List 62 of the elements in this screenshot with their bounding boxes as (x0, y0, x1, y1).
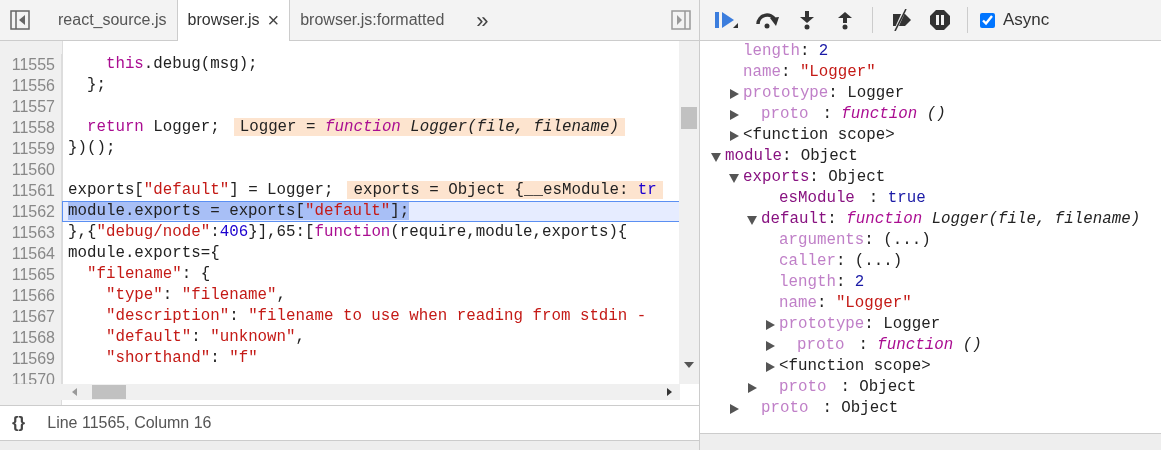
expand-triangle-icon[interactable] (728, 108, 740, 121)
resume-icon[interactable] (714, 9, 739, 31)
collapse-triangle-icon[interactable] (710, 150, 722, 163)
file-tab[interactable]: browser.js × (176, 0, 291, 41)
scope-property: proto : Object (760, 398, 899, 419)
code-line: })(); (67, 138, 117, 159)
code-line: "filename": { (85, 264, 212, 285)
pause-icon[interactable] (929, 9, 951, 31)
code-line: "type": "filename", (104, 285, 288, 306)
scope-property: length: 2 (779, 272, 865, 293)
scope-property: module: Object (725, 146, 858, 167)
scope-property: length: 2 (743, 41, 829, 62)
inline-value: exports = Object {__esModule: tr (347, 181, 663, 199)
async-label: Async (1003, 9, 1050, 32)
close-tab-button[interactable]: × (267, 5, 280, 35)
scope-property: <function scope> (743, 125, 895, 146)
collapse-triangle-icon[interactable] (746, 213, 758, 226)
expand-triangle-icon[interactable] (764, 339, 776, 352)
scope-property: prototype: Logger (743, 83, 905, 104)
expand-triangle-icon[interactable] (728, 129, 740, 142)
scope-property: proto : function () (796, 335, 982, 356)
scope-property: exports: Object (743, 167, 886, 188)
code-line: exports["default"] = Logger; exports = Object {__esModule: tr (62, 180, 679, 201)
code-line: }; (85, 75, 107, 96)
code-line: "shorthand": "f" (104, 348, 259, 369)
file-tab[interactable]: browser.js:formatted (290, 0, 455, 41)
sidebar-toggle-icon[interactable] (671, 10, 691, 30)
code-line: "description": "filename to use when reading from stdin - (104, 306, 648, 327)
scope-property: name: "Logger" (743, 62, 876, 83)
horizontal-scrollbar[interactable] (62, 384, 680, 400)
scope-property: esModule : true (778, 188, 926, 209)
scope-property: default: function Logger(file, filename) (761, 209, 1141, 230)
file-tab[interactable]: react_source.js (48, 0, 177, 41)
scroll-down-icon[interactable] (684, 362, 694, 368)
code-line: module.exports={ (67, 243, 221, 264)
scope-property: arguments: (...) (779, 230, 931, 251)
code-line: "default": "unknown", (104, 327, 307, 348)
code-line: return Logger; Logger = function Logger(file, filename) (62, 117, 679, 138)
expand-triangle-icon[interactable] (764, 360, 776, 373)
sidebar-toggle-icon[interactable] (10, 10, 30, 30)
more-tabs-button[interactable]: » (476, 3, 489, 37)
scope-property: <function scope> (779, 356, 931, 377)
scope-property: prototype: Logger (779, 314, 941, 335)
expand-triangle-icon[interactable] (764, 318, 776, 331)
code-line: },{"debug/node":406}],65:[function(require,module,exports){ (67, 222, 629, 243)
scope-property: proto : function () (760, 104, 946, 125)
inline-value: Logger = function Logger(file, filename) (233, 118, 625, 136)
scroll-right-icon[interactable] (667, 388, 672, 396)
expand-triangle-icon[interactable] (746, 381, 758, 394)
pretty-print-button[interactable]: {} (12, 410, 26, 436)
scope-property: caller: (...) (779, 251, 903, 272)
expand-triangle-icon[interactable] (728, 87, 740, 100)
code-line: this.debug(msg); (104, 54, 259, 75)
vertical-scrollbar[interactable] (679, 41, 699, 384)
collapse-triangle-icon[interactable] (728, 171, 740, 184)
scope-property: proto : Object (778, 377, 917, 398)
cursor-position: Line 11565, Column 16 (47, 413, 212, 433)
scope-property: name: "Logger" (779, 293, 912, 314)
async-checkbox[interactable] (980, 12, 995, 28)
scroll-thumb[interactable] (92, 385, 126, 399)
scroll-thumb[interactable] (681, 107, 697, 129)
expand-triangle-icon[interactable] (728, 402, 740, 415)
